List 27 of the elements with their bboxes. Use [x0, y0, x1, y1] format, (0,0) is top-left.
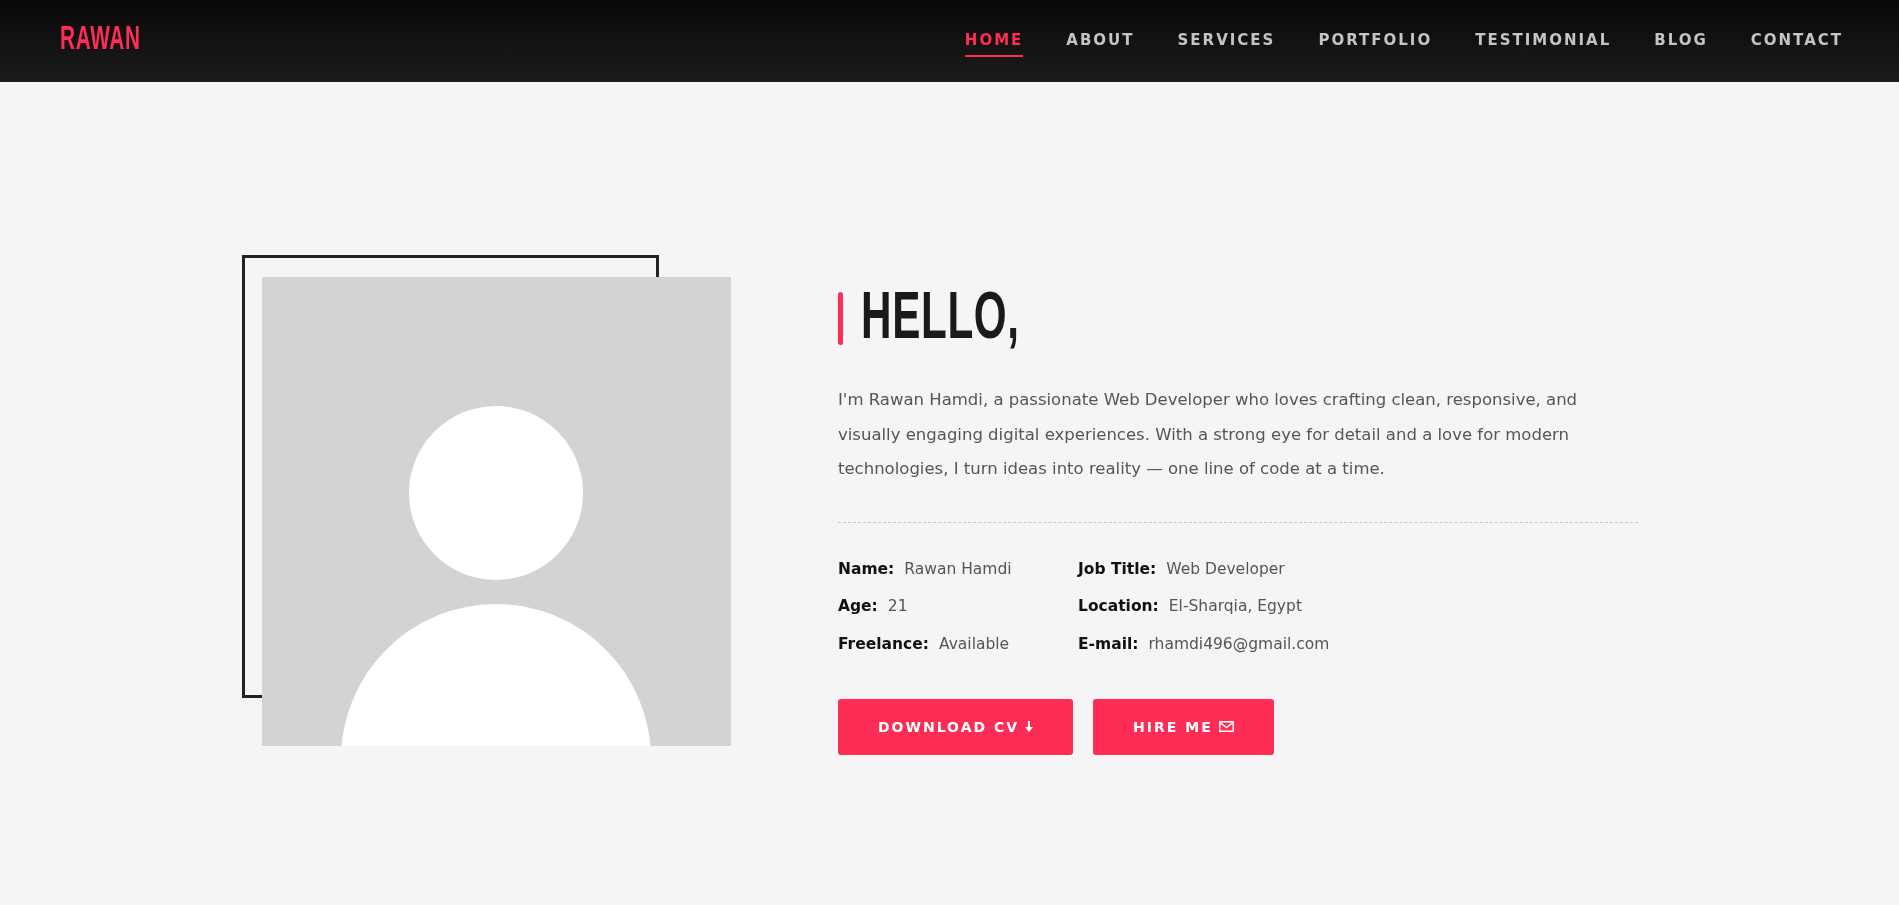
detail-label: Age: [838, 596, 878, 617]
detail-value: Rawan Hamdi [904, 558, 1012, 580]
detail-label: Location: [1078, 596, 1159, 617]
nav-link[interactable]: SERVICES [1177, 25, 1276, 57]
nav-link[interactable]: BLOG [1654, 25, 1708, 57]
nav-link[interactable]: ABOUT [1066, 25, 1135, 57]
detail-label: Name: [838, 558, 895, 580]
download-cv-button[interactable]: DOWNLOAD CV [838, 698, 1074, 755]
bio-paragraph: I'm Rawan Hamdi, a passionate Web Developer who loves crafting clean, responsive, and visually engaging digital experiences. With a strong eye for detail and a love for modern technologies, I turn ideas into reality — one line of code at a time. [838, 389, 1579, 480]
heading: HELLO, [861, 282, 1020, 348]
detail-label: E-mail: [1078, 633, 1139, 655]
accent-bar [838, 291, 843, 345]
detail-value: Available [939, 633, 1010, 655]
hire-me-button[interactable]: HIRE ME [1093, 698, 1274, 755]
detail-value: El-Sharqia, Egypt [1168, 596, 1302, 617]
detail-value: 21 [887, 596, 908, 617]
nav-link[interactable]: HOME [964, 25, 1024, 57]
detail-value: rhamdi496@gmail.com [1148, 633, 1330, 655]
detail-label: Job Title: [1078, 558, 1157, 580]
nav-link[interactable]: CONTACT [1750, 25, 1843, 57]
detail-value: Web Developer [1166, 558, 1285, 580]
logo[interactable]: RAWAN [60, 21, 141, 54]
nav-link[interactable]: PORTFOLIO [1318, 25, 1433, 57]
detail-label: Freelance: [838, 633, 929, 655]
nav-link[interactable]: TESTIMONIAL [1475, 25, 1612, 57]
envelope-icon [1218, 721, 1234, 732]
down-arrow-icon [1025, 721, 1034, 732]
